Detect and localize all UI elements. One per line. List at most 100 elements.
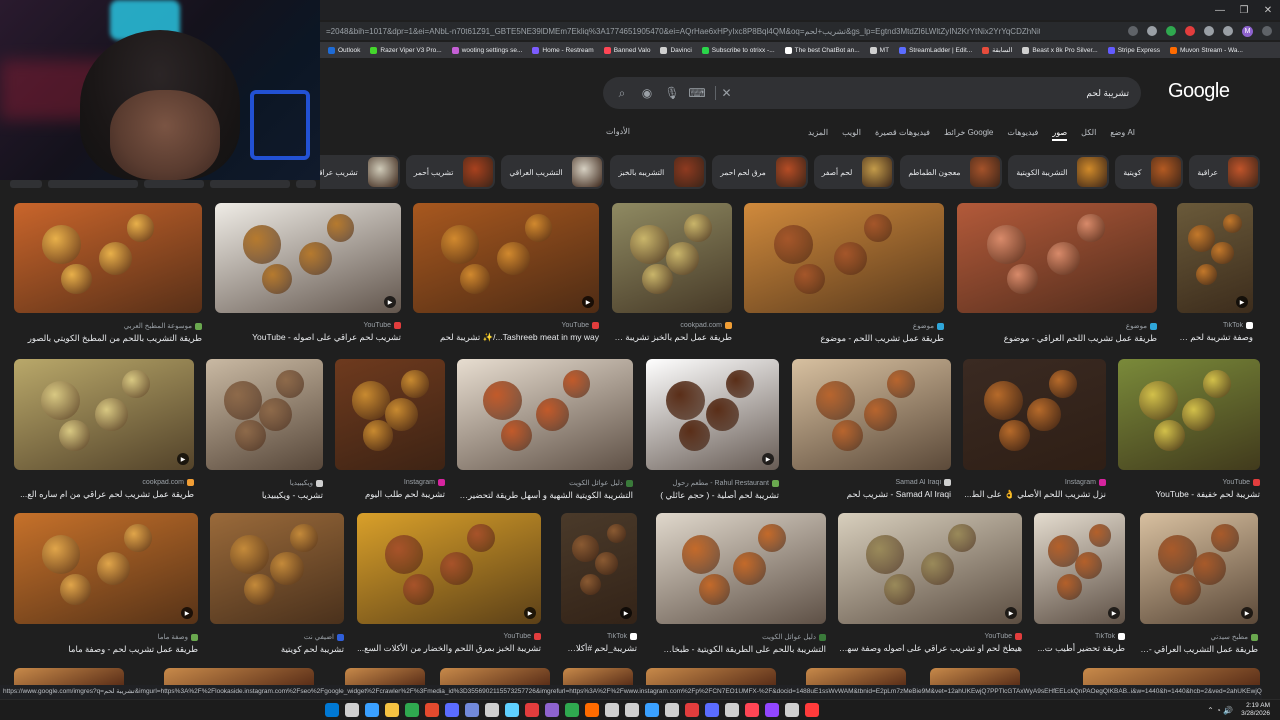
image-result-card[interactable]: موضوع طريقة عمل تشريب اللحم العراقي - موض…	[957, 203, 1157, 344]
result-thumbnail[interactable]	[457, 359, 633, 470]
result-thumbnail[interactable]: ▶	[561, 513, 637, 624]
result-title[interactable]: طريقة عمل تشريب اللحم العراقي - موضوع	[957, 333, 1157, 344]
bookmark-item[interactable]: MT	[869, 46, 889, 54]
result-thumbnail[interactable]: ▶	[1140, 513, 1258, 624]
result-thumbnail[interactable]: ▶	[14, 359, 194, 470]
refinement-chip[interactable]: التشريب العراقي	[501, 155, 605, 189]
taskbar-app-icon[interactable]	[705, 703, 719, 717]
image-result-card[interactable]: Instagram نزل تشريب اللحم الأصلي 👌 على ال…	[963, 359, 1106, 500]
result-title[interactable]: تشريب لحم عراقي على اصوله - YouTube	[215, 332, 401, 343]
extension-icon[interactable]	[1166, 26, 1176, 36]
result-source[interactable]: اضيفي نت	[210, 633, 344, 641]
image-result-card[interactable]: ▶ YouTube هيطخ لحم او تشريب عراقي على اصول…	[838, 513, 1022, 654]
profile-avatar[interactable]: M	[1242, 25, 1253, 37]
result-thumbnail[interactable]	[930, 668, 1020, 685]
result-thumbnail[interactable]	[335, 359, 445, 470]
taskbar-app-icon[interactable]	[645, 703, 659, 717]
result-source[interactable]: موضوع	[744, 322, 944, 330]
result-thumbnail[interactable]	[646, 668, 776, 685]
taskbar-app-icon[interactable]	[325, 703, 339, 717]
taskbar-app-icon[interactable]	[445, 703, 459, 717]
tab-2[interactable]: صور	[1052, 128, 1067, 141]
taskbar-app-icon[interactable]	[485, 703, 499, 717]
taskbar-app-icon[interactable]	[605, 703, 619, 717]
result-source[interactable]: موسوعة المطبخ العربي	[14, 322, 202, 330]
result-thumbnail[interactable]	[14, 668, 124, 685]
url-text[interactable]: =2048&bih=1017&dpr=1&ei=ANbL-n70t61Z91_G…	[320, 27, 1040, 36]
result-title[interactable]: طريقة عمل لحم بالخبز تشريبة ل...	[612, 332, 732, 343]
lens-icon[interactable]: ◉	[640, 86, 654, 100]
taskbar-app-icon[interactable]	[565, 703, 579, 717]
taskbar-app-icon[interactable]	[665, 703, 679, 717]
taskbar-app-icon[interactable]	[525, 703, 539, 717]
refinement-chip[interactable]: مرق لحم احمر	[712, 155, 808, 189]
result-source[interactable]: Rahul Restaurant - مطعم رحول	[646, 479, 779, 487]
extension-icon[interactable]	[1204, 26, 1214, 36]
google-logo[interactable]: Google	[1168, 80, 1230, 103]
refinement-chip[interactable]: تشريب عراقي	[320, 155, 400, 189]
result-thumbnail[interactable]	[963, 359, 1106, 470]
search-input[interactable]: تشريبة لحم	[1086, 88, 1129, 99]
result-title[interactable]: طريقة عمل تشريب لحم - وصفة ماما	[14, 644, 198, 655]
result-thumbnail[interactable]	[440, 668, 550, 685]
result-title[interactable]: تشريبة لحم أصلية - ( حجم عائلي )	[646, 490, 779, 501]
image-result-card[interactable]: ▶ وصفة ماما طريقة عمل تشريب لحم - وصفة مام…	[14, 513, 198, 655]
tray-icons[interactable]: ⌃ ◔ 🔊	[1207, 706, 1233, 715]
taskbar-app-icon[interactable]	[365, 703, 379, 717]
bookmark-star-icon[interactable]	[1128, 26, 1138, 36]
result-thumbnail[interactable]: ▶	[1034, 513, 1125, 624]
image-result-card[interactable]: ▶ TikTok تشريبة_لحم #أكلات...	[561, 513, 637, 654]
image-result-card[interactable]: YouTube تشريبة لحم خفيفة - YouTube	[1118, 359, 1260, 500]
result-source[interactable]: YouTube	[413, 322, 599, 329]
extension-icon[interactable]	[1223, 26, 1233, 36]
image-result-card[interactable]: Samad Al Iraqi Samad Al Iraqi - تشريب لحم	[792, 359, 951, 500]
result-title[interactable]: تشريبة لحم كويتية	[210, 644, 344, 655]
tab-3[interactable]: فيديوهات	[1007, 128, 1038, 137]
taskbar-app-icon[interactable]	[685, 703, 699, 717]
microphone-icon[interactable]: 🎙	[664, 86, 679, 100]
result-title[interactable]: طريقة عمل تشريب لحم عراقي من ام ساره الع…	[14, 489, 194, 500]
result-source[interactable]: Instagram	[335, 479, 445, 486]
taskbar-app-icon[interactable]	[425, 703, 439, 717]
result-title[interactable]: طريقة تحضير أطيب ت...	[1034, 643, 1125, 654]
refinement-chip[interactable]: التشريبة الكويتية	[1008, 155, 1110, 189]
address-bar[interactable]: =2048&bih=1017&dpr=1&ei=ANbL-n70t61Z91_G…	[320, 22, 1280, 40]
bookmark-item[interactable]: StreamLadder | Edit...	[899, 46, 972, 54]
extension-icon[interactable]	[1147, 26, 1157, 36]
result-source[interactable]: YouTube	[1118, 479, 1260, 486]
result-thumbnail[interactable]	[563, 668, 633, 685]
result-source[interactable]: YouTube	[838, 633, 1022, 640]
close-icon[interactable]: ✕	[1256, 0, 1280, 20]
refinement-chip[interactable]: التشريبه بالخبز	[610, 155, 707, 189]
taskbar-app-icon[interactable]	[585, 703, 599, 717]
image-result-card[interactable]: cookpad.com طريقة عمل لحم بالخبز تشريبة ل…	[612, 203, 732, 343]
result-source[interactable]: TikTok	[561, 633, 637, 640]
keyboard-icon[interactable]: ⌨	[688, 86, 705, 100]
result-thumbnail[interactable]	[210, 513, 344, 624]
taskbar-app-icon[interactable]	[385, 703, 399, 717]
search-box[interactable]: ⌕ ◉ 🎙 ⌨ ✕ تشريبة لحم	[603, 77, 1141, 109]
bookmark-item[interactable]: Home - Restream	[532, 46, 594, 54]
bookmark-item[interactable]: The best ChatBot an...	[784, 46, 860, 54]
refinement-chip[interactable]: عراقية	[1189, 155, 1260, 189]
taskbar-app-icon[interactable]	[625, 703, 639, 717]
result-thumbnail[interactable]: ▶	[14, 513, 198, 624]
tab-0[interactable]: وضع AI	[1110, 128, 1135, 137]
image-result-card[interactable]: دليل عوائل الكويت التشريبة باللحم على الط…	[656, 513, 826, 655]
search-icon[interactable]: ⌕	[615, 86, 629, 100]
extension-icon[interactable]	[1185, 26, 1195, 36]
bookmark-item[interactable]: Banned Valo	[603, 46, 650, 54]
refinement-chip[interactable]: معجون الطماطم	[900, 155, 1003, 189]
refinement-chip[interactable]: كويتية	[1115, 155, 1184, 189]
taskbar-app-icon[interactable]	[465, 703, 479, 717]
taskbar-app-icon[interactable]	[765, 703, 779, 717]
image-result-card[interactable]: ▶ Rahul Restaurant - مطعم رحول تشريبة لحم …	[646, 359, 779, 501]
result-source[interactable]: cookpad.com	[14, 479, 194, 486]
taskbar-app-icon[interactable]	[545, 703, 559, 717]
tools-button[interactable]: الأدوات	[606, 127, 630, 136]
bookmark-item[interactable]: Beast x 8k Pro Silver...	[1022, 46, 1098, 54]
taskbar-app-icon[interactable]	[805, 703, 819, 717]
image-result-card[interactable]: ▶ مطبخ سيدتي طريقة عمل التشريب العراقي - أ…	[1140, 513, 1258, 655]
result-source[interactable]: موضوع	[957, 322, 1157, 330]
bookmark-item[interactable]: السابقة	[982, 46, 1012, 54]
